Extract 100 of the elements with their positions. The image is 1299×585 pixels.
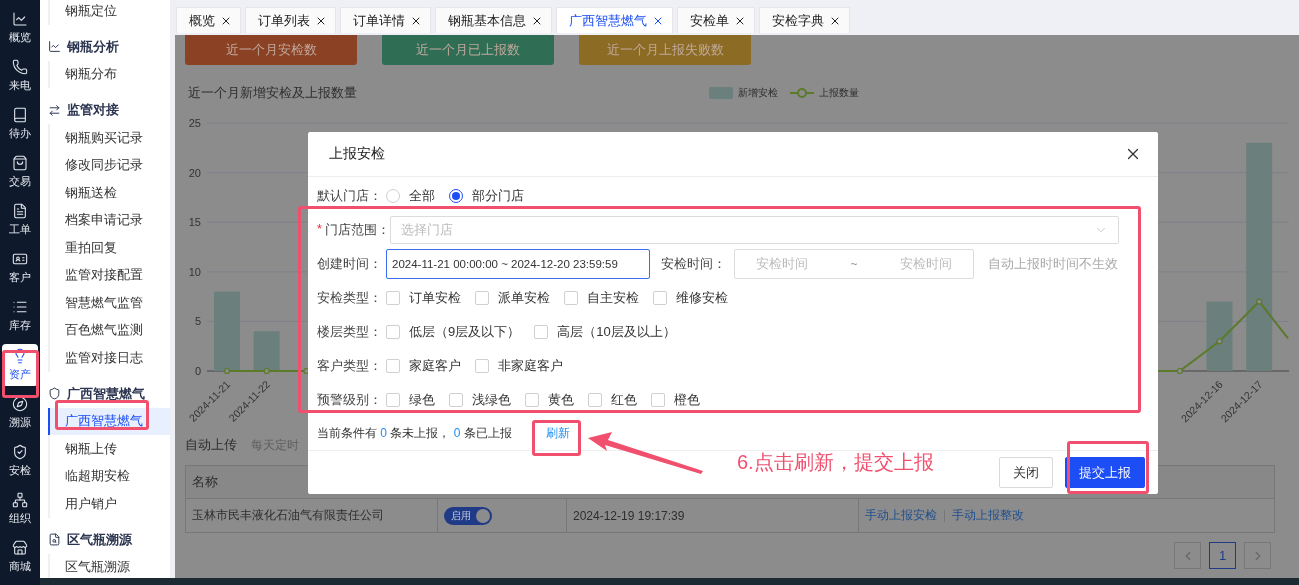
previous-page-button[interactable] [1174, 542, 1201, 569]
checkbox[interactable] [386, 393, 400, 407]
menu-item[interactable]: 档案申请记录 [48, 206, 170, 234]
book-icon [12, 107, 28, 123]
checkbox-option[interactable]: 橙色 [651, 391, 700, 409]
legend-swatch [709, 87, 733, 99]
shield-icon [48, 387, 61, 400]
radio-option[interactable]: 部分门店 [449, 187, 524, 205]
axis-label: 15 [188, 216, 201, 229]
menu-item[interactable]: 用户销户 [48, 490, 170, 518]
checkbox[interactable] [386, 291, 400, 305]
rail-item[interactable]: 工单 [2, 196, 38, 244]
axis-label: 5 [194, 315, 201, 328]
tab[interactable]: 订单列表 [245, 7, 336, 33]
stat-card: 近一个月已上报数 [382, 35, 554, 65]
checkbox[interactable] [525, 393, 539, 407]
refresh-link[interactable]: 刷新 [545, 425, 570, 442]
rail-item[interactable]: 组织 [2, 485, 38, 533]
menu-group-title: 监管对接 [67, 101, 119, 119]
menu-item[interactable]: 重拍回复 [48, 234, 170, 262]
highlight-frame [2, 350, 39, 398]
rail-item[interactable]: 待办 [2, 100, 38, 148]
rail-item[interactable]: 客户 [2, 244, 38, 292]
checkbox-option[interactable]: 自主安检 [564, 289, 639, 307]
rail-item[interactable]: 来电 [2, 52, 38, 100]
menu-item[interactable]: 钢瓶送检 [48, 179, 170, 207]
menu-item[interactable]: 百色燃气监测 [48, 316, 170, 344]
legend-item: 新增安检 [709, 86, 778, 100]
checkbox-option[interactable]: 红色 [588, 391, 637, 409]
menu-item[interactable]: 钢瓶购买记录 [48, 124, 170, 152]
bar [1206, 301, 1233, 371]
menu-group-title: 钢瓶分析 [67, 37, 119, 56]
lightbulb-icon [12, 347, 28, 364]
rail-item[interactable]: 交易 [2, 148, 38, 196]
checkbox[interactable] [564, 291, 578, 305]
network-icon [12, 492, 28, 508]
checkbox-option[interactable]: 家庭客户 [386, 357, 461, 375]
section-title: 自动上传 [185, 436, 237, 454]
bar [253, 331, 280, 371]
toggle-switch[interactable]: 启用 [444, 506, 492, 525]
checkbox-option[interactable]: 绿色 [386, 391, 435, 409]
table-cell: 玉林市民丰液化石油气有限责任公司 [186, 499, 438, 532]
rail-item[interactable]: 溯源 [2, 389, 38, 437]
menu-item[interactable]: 监管对接日志 [48, 344, 170, 372]
summary-text: 当前条件有 0 条未上报， 0 条已上报 [317, 425, 512, 442]
phone-icon [12, 59, 28, 75]
checkbox[interactable] [534, 325, 549, 339]
checkbox[interactable] [449, 393, 463, 407]
checkbox-option[interactable]: 黄色 [525, 391, 574, 409]
store-icon [12, 540, 28, 556]
table-cell: 2024-12-19 19:17:39 [567, 499, 859, 532]
menu-item[interactable]: 钢瓶定位 [48, 0, 170, 25]
chart-icon [48, 40, 61, 53]
compass-icon [12, 396, 28, 412]
axis-label: 25 [188, 117, 201, 129]
menu-item[interactable]: 临超期安检 [48, 462, 170, 490]
checkbox-option[interactable]: 非家庭客户 [475, 357, 563, 375]
close-button[interactable]: 关闭 [999, 457, 1053, 488]
checkbox[interactable] [386, 359, 400, 373]
tab[interactable]: 概览 [176, 7, 241, 33]
menu-item[interactable]: 智慧燃气监管 [48, 289, 170, 317]
checkbox[interactable] [588, 393, 602, 407]
checkbox[interactable] [475, 291, 489, 305]
file-search-icon [48, 533, 61, 546]
checkbox-option[interactable]: 订单安检 [386, 289, 461, 307]
rail-item[interactable]: 库存 [2, 292, 38, 340]
id-card-icon [12, 251, 28, 267]
menu-item[interactable]: 监管对接配置 [48, 261, 170, 289]
shield-icon [12, 444, 28, 460]
chart-icon [12, 11, 28, 27]
radio-option[interactable]: 全部 [386, 187, 435, 205]
rail-item[interactable]: 安检 [2, 437, 38, 485]
checkbox-option[interactable]: 派单安检 [475, 289, 550, 307]
tab[interactable]: 广西智慧燃气 [556, 7, 673, 33]
tab[interactable]: 安检单 [677, 7, 755, 33]
menu-item[interactable]: 钢瓶分布 [48, 60, 170, 88]
checkbox-option[interactable]: 浅绿色 [449, 391, 511, 409]
submit-button[interactable]: 提交上报 [1065, 457, 1145, 488]
list-icon [12, 299, 28, 315]
tab[interactable]: 钢瓶基本信息 [435, 7, 552, 33]
checkbox[interactable] [653, 291, 667, 305]
legend-swatch [790, 87, 814, 99]
menu-item[interactable]: 钢瓶上传 [48, 435, 170, 463]
menu-item[interactable]: 修改同步记录 [48, 151, 170, 179]
checkbox[interactable] [651, 393, 665, 407]
rail-item[interactable]: 商城 [2, 533, 38, 581]
checkbox[interactable] [386, 325, 400, 339]
checkbox-option[interactable]: 维修安检 [653, 289, 728, 307]
date-range-field[interactable]: 2024-11-21 00:00:00 ~ 2024-12-20 23:59:59 [386, 249, 650, 279]
checkbox[interactable] [475, 359, 489, 373]
checkbox-option[interactable]: 低层（9层及以下） [386, 323, 521, 341]
checkbox-option[interactable]: 高层（10层及以上） [534, 323, 676, 341]
rail-item[interactable]: 概览 [2, 4, 38, 52]
menu-group-title: 广西智慧燃气 [67, 384, 145, 403]
tab[interactable]: 订单详情 [340, 7, 431, 33]
next-page-button[interactable] [1244, 542, 1271, 569]
menu-group-title: 区气瓶溯源 [67, 530, 132, 549]
field-label: * 门店范围： [317, 221, 390, 239]
tab[interactable]: 安检字典 [759, 7, 850, 33]
dialog-title: 上报安检 [329, 145, 385, 163]
